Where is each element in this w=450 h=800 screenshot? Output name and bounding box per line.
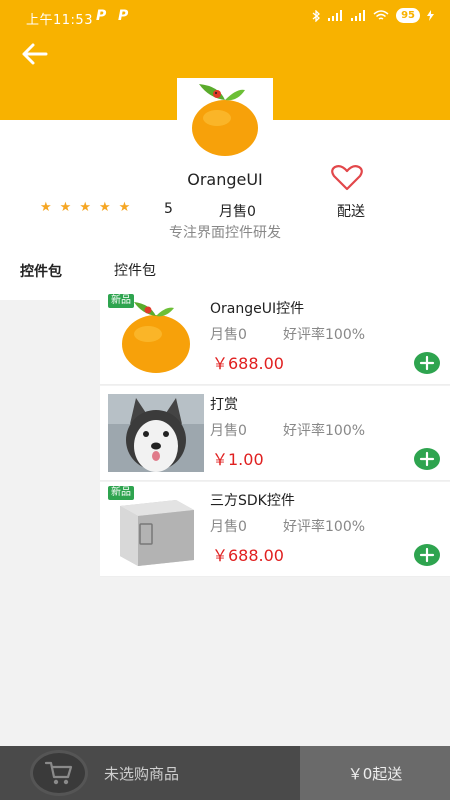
signal-icon [328,10,343,21]
product-price: ￥1.00 [212,450,264,469]
status-time: 上午11:53 [26,13,93,28]
category-sidebar: 控件包 [0,242,100,746]
star-icon: ★ [40,200,52,215]
product-name: OrangeUI控件 [210,301,305,317]
cart-status-text: 未选购商品 [104,765,180,783]
new-badge: 新品 [108,294,134,308]
product-sales: 月售0 [210,519,247,535]
new-badge: 新品 [108,486,134,500]
product-image-orange [108,298,204,376]
cart-button[interactable] [30,750,88,796]
shop-logo [177,78,273,164]
wifi-icon [373,9,389,20]
back-arrow-icon[interactable] [18,40,50,68]
status-bar: 上午11:53 P P 95 [0,0,450,34]
product-price: ￥688.00 [212,546,284,565]
rating-stars: ★ ★ ★ ★ ★ [40,200,130,215]
add-to-cart-icon[interactable] [414,352,440,374]
product-list: 控件包 新品 OrangeUI控件 月售0 好评率100% ￥688.00 打赏… [100,242,450,746]
parking-icon: P [96,8,107,24]
sidebar-item-controls[interactable]: 控件包 [0,242,100,300]
star-icon: ★ [59,200,72,215]
product-item[interactable]: 新品 三方SDK控件 月售0 好评率100% ￥688.00 [100,482,450,577]
rating-value: 5 [164,201,173,217]
heart-icon[interactable] [330,164,364,192]
shop-slogan: 专注界面控件研发 [169,225,281,241]
product-name: 三方SDK控件 [210,493,295,509]
product-sales: 月售0 [210,423,247,439]
add-to-cart-icon[interactable] [414,544,440,566]
signal-icon [351,10,366,21]
monthly-sales: 月售0 [219,204,256,220]
product-rating: 好评率100% [283,327,366,343]
star-icon: ★ [98,200,111,215]
product-rating: 好评率100% [283,519,366,535]
product-price: ￥688.00 [212,354,284,373]
battery-icon: 95 [396,8,420,23]
product-sales: 月售0 [210,327,247,343]
parking-icon: P [118,8,129,24]
checkout-button[interactable]: ￥0起送 [300,746,450,800]
product-image-husky [108,394,204,472]
product-item[interactable]: 打赏 月售0 好评率100% ￥1.00 [100,386,450,481]
charging-icon [427,10,434,21]
star-icon: ★ [118,200,131,215]
product-image-sdk-box [108,490,204,568]
bluetooth-icon [312,9,321,22]
status-indicators: 95 [312,8,434,23]
bottom-cart-bar: 未选购商品 ￥0起送 [0,746,450,800]
shop-name: OrangeUI [187,170,263,189]
product-name: 打赏 [210,397,238,413]
add-to-cart-icon[interactable] [414,448,440,470]
product-rating: 好评率100% [283,423,366,439]
star-icon: ★ [79,200,91,215]
cart-icon [44,761,73,785]
delivery-label: 配送 [337,204,365,220]
section-title: 控件包 [100,242,450,290]
product-item[interactable]: 新品 OrangeUI控件 月售0 好评率100% ￥688.00 [100,290,450,385]
